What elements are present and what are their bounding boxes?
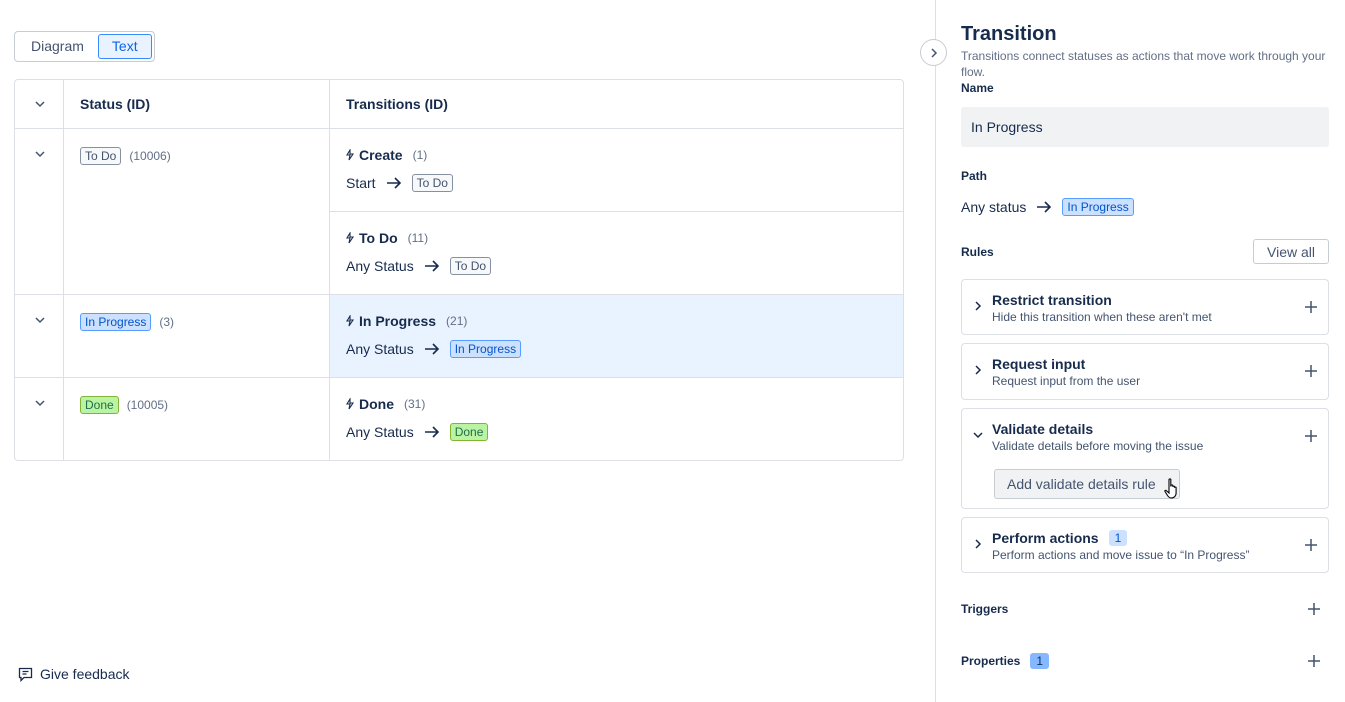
- properties-section[interactable]: Properties 1: [961, 653, 1329, 669]
- status-id: (3): [159, 315, 175, 329]
- workflow-text-view: Diagram Text Status (ID) Transitions (ID…: [0, 0, 935, 702]
- triggers-section[interactable]: Triggers: [961, 601, 1329, 617]
- plus-icon[interactable]: [1304, 364, 1318, 378]
- plus-icon[interactable]: [1304, 538, 1318, 552]
- rule-request-input[interactable]: Request input Request input from the use…: [961, 343, 1329, 400]
- plus-icon[interactable]: [1304, 429, 1318, 443]
- rule-title: Validate details: [992, 421, 1094, 437]
- collapse-all-icon[interactable]: [33, 80, 47, 128]
- status-column-header: Status (ID): [80, 96, 150, 112]
- name-label: Name: [961, 81, 994, 95]
- status-cell: To Do (10006): [80, 147, 171, 165]
- status-lozenge[interactable]: To Do: [80, 147, 122, 165]
- count-badge: 1: [1030, 653, 1050, 669]
- transition-from: Start: [346, 175, 376, 191]
- collapse-panel-button[interactable]: [920, 39, 947, 66]
- transition-to-lozenge: Done: [449, 423, 489, 441]
- table-header: Status (ID) Transitions (ID): [15, 80, 903, 129]
- path-row: Any status In Progress: [961, 198, 1134, 216]
- chevron-down-icon[interactable]: [33, 147, 47, 161]
- transition-to-lozenge: In Progress: [449, 340, 522, 358]
- rule-subtitle: Request input from the user: [992, 374, 1141, 388]
- feedback-label: Give feedback: [40, 666, 130, 682]
- give-feedback-link[interactable]: Give feedback: [18, 666, 130, 682]
- transition-name: In Progress: [359, 313, 437, 329]
- transition-id: (21): [446, 314, 468, 328]
- status-lozenge[interactable]: Done: [80, 396, 119, 414]
- transition-item[interactable]: To Do (11) Any Status To Do: [330, 212, 903, 295]
- properties-label: Properties: [961, 654, 1021, 668]
- transition-icon: [346, 232, 355, 244]
- arrow-right-icon: [386, 177, 401, 189]
- rule-title: Restrict transition: [992, 292, 1112, 308]
- transition-icon: [346, 149, 355, 161]
- status-cell: In Progress (3): [80, 313, 174, 331]
- rule-title: Perform actions: [992, 530, 1099, 546]
- transition-id: (11): [407, 231, 429, 245]
- chevron-down-icon[interactable]: [33, 313, 47, 327]
- diagram-view-button[interactable]: Diagram: [17, 34, 98, 59]
- feedback-icon: [18, 667, 33, 682]
- transition-from: Any Status: [346, 424, 414, 440]
- transition-item[interactable]: Done (31) Any Status Done: [330, 378, 903, 460]
- path-to-lozenge: In Progress: [1062, 198, 1134, 216]
- rule-title: Request input: [992, 356, 1086, 372]
- status-id: (10005): [126, 398, 169, 412]
- arrow-right-icon: [424, 343, 439, 355]
- rule-subtitle: Hide this transition when these aren't m…: [992, 310, 1212, 324]
- hand-cursor-icon: [1164, 478, 1177, 499]
- rule-subtitle: Perform actions and move issue to “In Pr…: [992, 548, 1250, 562]
- chevron-down-icon[interactable]: [33, 396, 47, 410]
- arrow-right-icon: [424, 260, 439, 272]
- transition-id: (31): [404, 397, 426, 411]
- workflow-table: Status (ID) Transitions (ID) To Do (1000…: [14, 79, 904, 461]
- plus-icon[interactable]: [1307, 602, 1321, 616]
- transition-item-selected[interactable]: In Progress (21) Any Status In Progress: [330, 295, 903, 378]
- text-view-button[interactable]: Text: [97, 34, 152, 59]
- transition-to-lozenge: To Do: [449, 257, 492, 275]
- chevron-right-icon: [930, 47, 937, 58]
- status-cell: Done (10005): [80, 396, 168, 414]
- count-badge: 1: [1108, 530, 1128, 546]
- chevron-right-icon[interactable]: [972, 364, 984, 376]
- transition-icon: [346, 315, 355, 327]
- rules-label: Rules: [961, 245, 994, 259]
- transition-name: Create: [359, 147, 403, 163]
- arrow-right-icon: [1037, 201, 1052, 213]
- transition-details-panel: Transition Transitions connect statuses …: [935, 0, 1345, 702]
- rule-perform-actions[interactable]: Perform actions 1 Perform actions and mo…: [961, 517, 1329, 573]
- transition-from: Any Status: [346, 341, 414, 357]
- chevron-right-icon[interactable]: [972, 538, 984, 550]
- transition-name: To Do: [359, 230, 398, 246]
- rule-subtitle: Validate details before moving the issue: [992, 439, 1204, 453]
- path-from: Any status: [961, 199, 1027, 215]
- panel-title: Transition: [961, 23, 1057, 45]
- transition-to-lozenge: To Do: [411, 174, 453, 192]
- view-toggle: Diagram Text: [14, 31, 155, 62]
- arrow-right-icon: [424, 426, 439, 438]
- transition-from: Any Status: [346, 258, 414, 274]
- plus-icon[interactable]: [1307, 654, 1321, 668]
- status-lozenge[interactable]: In Progress: [80, 313, 152, 331]
- panel-description: Transitions connect statuses as actions …: [961, 49, 1326, 79]
- name-field[interactable]: In Progress: [961, 107, 1329, 147]
- transition-item[interactable]: Create (1) Start To Do: [330, 129, 903, 212]
- transition-icon: [346, 398, 355, 410]
- plus-icon[interactable]: [1304, 300, 1318, 314]
- rule-restrict-transition[interactable]: Restrict transition Hide this transition…: [961, 279, 1329, 335]
- rule-validate-details[interactable]: Validate details Validate details before…: [961, 408, 1329, 509]
- transitions-column-header: Transitions (ID): [346, 96, 448, 112]
- transition-name: Done: [359, 396, 394, 412]
- add-validate-details-rule-button[interactable]: Add validate details rule: [994, 469, 1180, 499]
- status-id: (10006): [129, 149, 171, 163]
- transition-id: (1): [412, 148, 428, 162]
- chevron-down-icon[interactable]: [972, 429, 984, 441]
- path-label: Path: [961, 169, 988, 183]
- view-all-button[interactable]: View all: [1253, 239, 1329, 264]
- triggers-label: Triggers: [961, 602, 1009, 616]
- chevron-right-icon[interactable]: [972, 300, 984, 312]
